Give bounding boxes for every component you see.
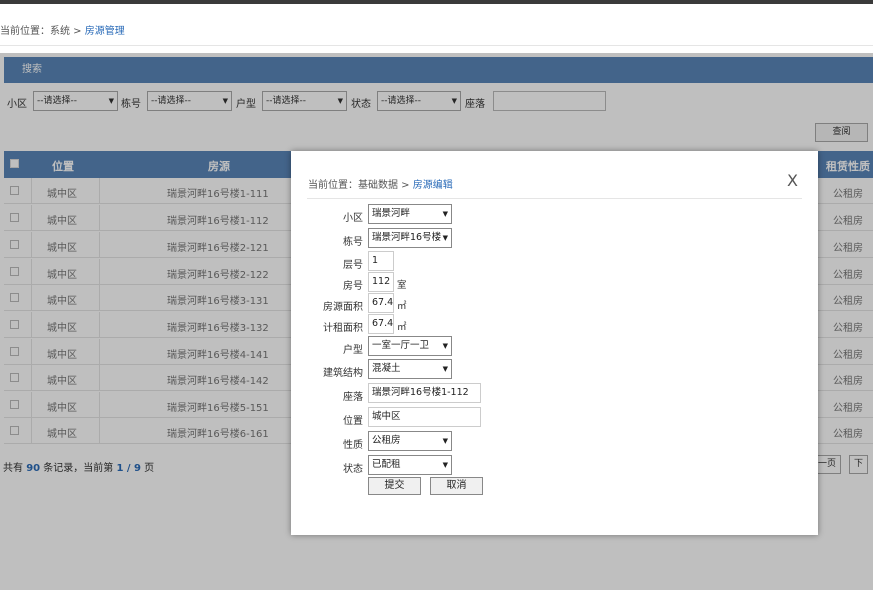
label-floor: 层号	[343, 260, 363, 271]
rent-area-input[interactable]: 67.4	[368, 314, 394, 334]
dialog-divider	[307, 198, 802, 199]
breadcrumb-prefix: 当前位置：系统 >	[0, 26, 85, 37]
community-select[interactable]: 瑞景河畔 ▼	[368, 204, 452, 224]
dialog-breadcrumb: 当前位置：基础数据 > 房源编辑	[308, 180, 453, 191]
label-nature: 性质	[343, 440, 363, 451]
submit-button[interactable]: 提交	[368, 477, 421, 495]
rent-area-unit: ㎡	[397, 322, 407, 333]
chevron-down-icon: ▼	[440, 337, 448, 355]
label-address: 座落	[343, 392, 363, 403]
layout-select[interactable]: 一室一厅一卫 ▼	[368, 336, 452, 356]
area-unit: ㎡	[397, 301, 407, 312]
label-status: 状态	[343, 464, 363, 475]
address-input[interactable]: 瑞景河畔16号楼1-112	[368, 383, 481, 403]
close-icon[interactable]: X	[787, 173, 798, 189]
header-divider	[0, 45, 873, 46]
label-area: 房源面积	[323, 302, 363, 313]
chevron-down-icon: ▼	[440, 360, 448, 378]
chevron-down-icon: ▼	[440, 456, 448, 474]
area-input[interactable]: 67.4	[368, 293, 394, 313]
building-select[interactable]: 瑞景河畔16号楼 ▼	[368, 228, 452, 248]
floor-input[interactable]: 1	[368, 251, 394, 271]
room-input[interactable]: 112	[368, 272, 394, 292]
status-select[interactable]: 已配租 ▼	[368, 455, 452, 475]
cancel-button[interactable]: 取消	[430, 477, 483, 495]
label-structure: 建筑结构	[323, 368, 363, 379]
house-edit-dialog: 当前位置：基础数据 > 房源编辑 X 小区 瑞景河畔 ▼ 栋号 瑞景河畔16号楼 ▼…	[291, 151, 818, 535]
breadcrumb-current[interactable]: 房源管理	[85, 26, 125, 37]
chevron-down-icon: ▼	[440, 432, 448, 450]
label-room: 房号	[343, 281, 363, 292]
chevron-down-icon: ▼	[440, 205, 448, 223]
top-bar	[0, 0, 873, 4]
structure-select[interactable]: 混凝土 ▼	[368, 359, 452, 379]
room-unit: 室	[397, 280, 407, 291]
chevron-down-icon: ▼	[440, 229, 448, 247]
label-location: 位置	[343, 416, 363, 427]
breadcrumb: 当前位置：系统 > 房源管理	[0, 22, 125, 37]
label-building: 栋号	[343, 237, 363, 248]
label-community: 小区	[343, 213, 363, 224]
location-input[interactable]: 城中区	[368, 407, 481, 427]
label-layout: 户型	[343, 345, 363, 356]
nature-select[interactable]: 公租房 ▼	[368, 431, 452, 451]
label-rent-area: 计租面积	[323, 323, 363, 334]
